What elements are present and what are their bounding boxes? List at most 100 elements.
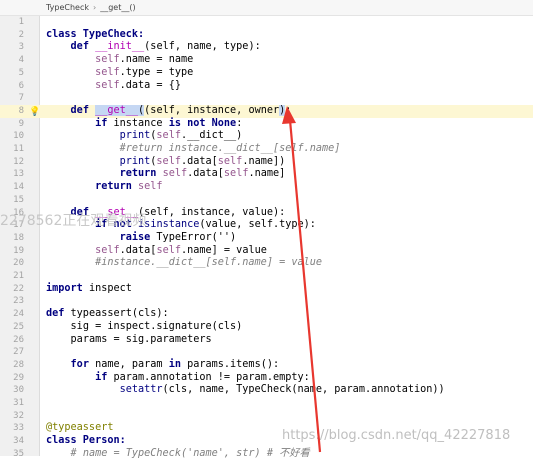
code-line: 25 sig = inspect.signature(cls) [0, 321, 533, 334]
code-text: print(self.__dict__) [46, 130, 243, 143]
code-fragment: .name] = value [180, 244, 267, 256]
line-number: 5 [18, 67, 24, 78]
code-line: 12 print(self.data[self.name]) [0, 156, 533, 169]
method-name: __get__ [95, 104, 139, 116]
code-fragment: .name]) [242, 155, 286, 167]
code-text: def typeassert(cls): [46, 308, 169, 321]
keyword-for: for [70, 358, 89, 370]
code-fragment: .type = type [119, 66, 194, 78]
code-line: 22 import inspect [0, 283, 533, 296]
code-line: 4 self.name = name [0, 54, 533, 67]
keyword-self: self [95, 244, 120, 256]
code-fragment: : [285, 104, 292, 116]
code-line: 20 #instance.__dict__[self.name] = value [0, 257, 533, 270]
line-number: 27 [13, 347, 24, 358]
line-number: 1 [18, 17, 24, 27]
line-number: 18 [13, 232, 24, 243]
code-fragment: param.annotation != param.empty: [107, 371, 310, 383]
code-fragment: params.items(): [180, 358, 280, 370]
code-fragment: name, param [88, 358, 169, 370]
code-fragment: inspect [82, 282, 132, 294]
line-number: 10 [13, 131, 24, 142]
code-line: 35 # name = TypeCheck('name', str) # 不好看 [0, 448, 533, 461]
line-number: 22 [13, 283, 24, 294]
code-fragment: (self, name, type): [144, 41, 261, 53]
line-number: 29 [13, 372, 24, 383]
code-fragment: sig = inspect.signature(cls) [70, 320, 243, 332]
code-line: 32 [0, 410, 533, 423]
code-fragment: typeassert(cls): [64, 308, 169, 320]
code-fragment: (cls, name, TypeCheck(name, param.annota… [162, 384, 445, 396]
code-fragment: params = sig.parameters [70, 333, 212, 345]
keyword-return: return [119, 168, 157, 180]
code-editor[interactable]: 1 2 class TypeCheck: 3 def __init__(self,… [0, 16, 533, 459]
line-number: 6 [18, 80, 24, 91]
code-line: 11 #return instance.__dict__[self.name] [0, 143, 533, 156]
code-text: #instance.__dict__[self.name] = value [46, 257, 322, 270]
keyword-is-not: is not [168, 117, 206, 129]
code-fragment: .name] [248, 168, 286, 180]
code-line: 3 def __init__(self, name, type): [0, 41, 533, 54]
code-text: self.type = type [46, 67, 193, 80]
code-fragment: instance [107, 117, 169, 129]
code-line: 9 if instance is not None: [0, 118, 533, 131]
code-fragment: (self, instance, [144, 104, 249, 116]
code-text: #return instance.__dict__[self.name] [46, 143, 341, 156]
keyword-raise: raise [119, 231, 151, 243]
code-text: if instance is not None: [46, 118, 242, 131]
line-number: 7 [18, 93, 24, 104]
breadcrumb-method[interactable]: __get__() [100, 3, 135, 12]
keyword-if: if [95, 371, 108, 383]
code-fragment: .data[ [119, 244, 157, 256]
code-fragment: .data[ [180, 155, 218, 167]
method-name: __init__ [95, 41, 145, 53]
code-line: 14 return self [0, 181, 533, 194]
code-line: 28 for name, param in params.items(): [0, 359, 533, 372]
keyword-if: if [95, 117, 108, 129]
class-declaration: class Person: [46, 435, 126, 447]
keyword-self: self [156, 244, 181, 256]
code-line: 7 [0, 92, 533, 105]
line-number: 8 [18, 105, 24, 116]
keyword-def: def [70, 104, 89, 116]
code-fragment: .__dict__) [180, 130, 243, 142]
code-line: 21 [0, 270, 533, 283]
breadcrumb-class[interactable]: TypeCheck [46, 3, 89, 12]
line-number: 19 [13, 245, 24, 256]
line-number: 24 [13, 309, 24, 320]
code-line: 30 setattr(cls, name, TypeCheck(name, pa… [0, 384, 533, 397]
blog-watermark: https://blog.csdn.net/qq_42227818 [282, 428, 511, 443]
code-text: def __init__(self, name, type): [46, 41, 261, 54]
keyword-def: def [70, 41, 89, 53]
viewer-watermark: 2278562正在观看视频 [0, 213, 147, 229]
line-number: 31 [13, 398, 24, 408]
line-number: 3 [18, 42, 24, 53]
code-line: 29 if param.annotation != param.empty: [0, 372, 533, 385]
keyword-self: self [156, 155, 181, 167]
keyword-self: self [156, 130, 181, 142]
line-number: 11 [13, 144, 24, 154]
keyword-none: None [205, 117, 237, 129]
decorator: @typeassert [46, 422, 114, 434]
code-fragment: TypeError('') [156, 231, 237, 243]
code-text: setattr(cls, name, TypeCheck(name, param… [46, 384, 445, 397]
line-number: 12 [13, 156, 24, 167]
code-fragment: .data[ [187, 168, 224, 180]
code-text: if param.annotation != param.empty: [46, 372, 310, 385]
code-line: 27 [0, 346, 533, 359]
line-number: 4 [18, 55, 24, 66]
keyword-self: self [138, 181, 163, 193]
code-line: 2 class TypeCheck: [0, 29, 533, 42]
code-text: def __get__((self, instance, owner): [46, 104, 292, 118]
code-line: 26 params = sig.parameters [0, 334, 533, 347]
code-line: 24 def typeassert(cls): [0, 308, 533, 321]
keyword-import: import [46, 282, 83, 294]
line-number: 34 [13, 436, 24, 447]
code-text: self.data = {} [46, 80, 181, 93]
code-text: return self [46, 181, 163, 194]
keyword-self: self [95, 66, 120, 78]
builtin-print: print [119, 130, 151, 142]
line-number: 14 [13, 182, 24, 193]
keyword-self: self [95, 79, 120, 91]
builtin-isinstance: isinstance [138, 219, 200, 231]
